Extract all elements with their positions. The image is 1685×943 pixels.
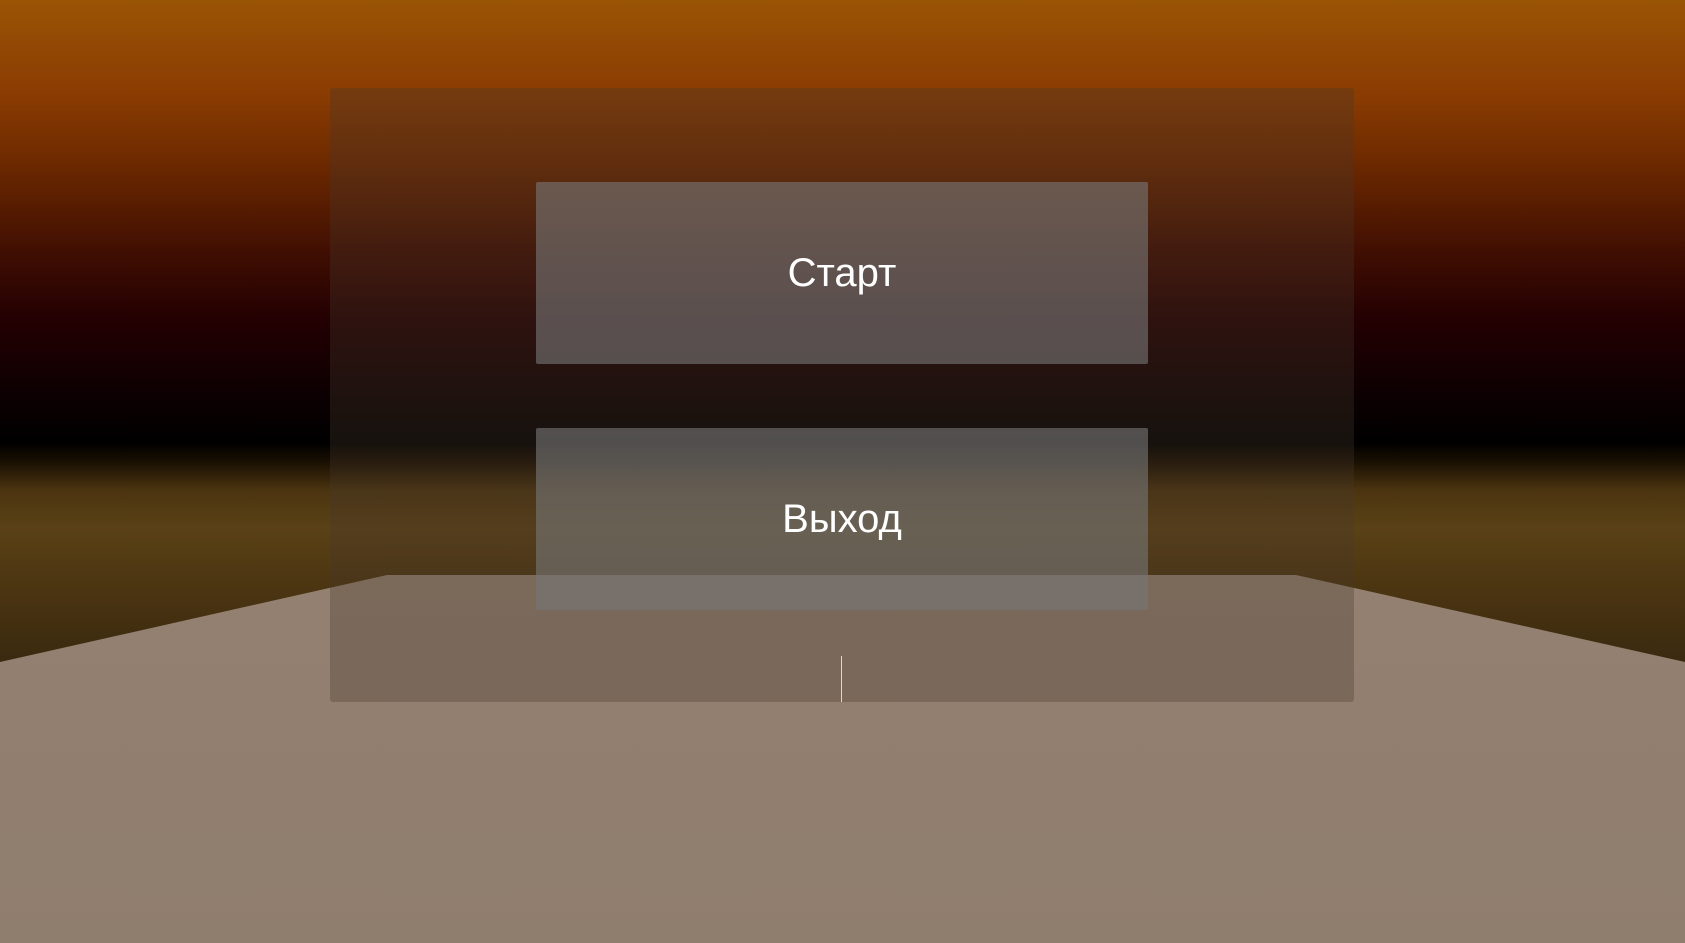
main-menu-panel: Старт Выход [330, 88, 1354, 702]
start-button[interactable]: Старт [536, 182, 1148, 364]
exit-button-label: Выход [782, 496, 902, 541]
crosshair-line [841, 656, 842, 702]
start-button-label: Старт [787, 250, 897, 295]
exit-button[interactable]: Выход [536, 428, 1148, 610]
game-scene: Старт Выход [0, 0, 1685, 943]
